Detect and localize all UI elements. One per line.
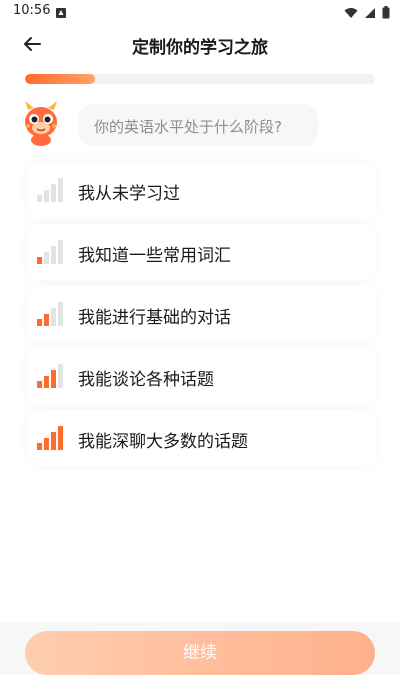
onboarding-progress-bar — [25, 74, 375, 84]
page-title: 定制你的学习之旅 — [132, 38, 268, 58]
progress-fill — [25, 74, 95, 84]
option-label: 我知道一些常用词汇 — [78, 246, 231, 266]
cellular-icon — [364, 4, 376, 23]
signal-bars-icon — [37, 240, 63, 264]
option-discuss-various-topics[interactable]: 我能谈论各种话题 — [26, 348, 376, 404]
option-label: 我从未学习过 — [78, 184, 180, 204]
question-bubble: 你的英语水平处于什么阶段? — [78, 104, 318, 146]
system-icons — [344, 4, 390, 23]
status-bar: 10:56 — [0, 0, 400, 22]
option-never-learned[interactable]: 我从未学习过 — [26, 162, 376, 218]
status-time: 10:56 — [13, 3, 51, 18]
dragon-mascot-icon — [20, 100, 62, 146]
level-options-list: 我从未学习过 我知道一些常用词汇 我能进行基础的对话 我能谈论各种话题 我能深聊… — [26, 162, 376, 472]
signal-bars-icon — [37, 426, 63, 450]
option-know-common-words[interactable]: 我知道一些常用词汇 — [26, 224, 376, 280]
battery-icon — [382, 4, 390, 23]
option-label: 我能谈论各种话题 — [78, 370, 214, 390]
option-label: 我能深聊大多数的话题 — [78, 432, 248, 452]
signal-bars-icon — [37, 364, 63, 388]
header: 定制你的学习之旅 — [0, 22, 400, 66]
signal-bars-icon — [37, 302, 63, 326]
option-label: 我能进行基础的对话 — [78, 308, 231, 328]
option-deep-conversation[interactable]: 我能深聊大多数的话题 — [26, 410, 376, 466]
continue-button[interactable]: 继续 — [25, 631, 375, 675]
signal-bars-icon — [37, 178, 63, 202]
notification-icon — [55, 4, 67, 23]
wifi-icon — [344, 4, 358, 23]
option-basic-conversation[interactable]: 我能进行基础的对话 — [26, 286, 376, 342]
question-text: 你的英语水平处于什么阶段? — [94, 118, 282, 136]
